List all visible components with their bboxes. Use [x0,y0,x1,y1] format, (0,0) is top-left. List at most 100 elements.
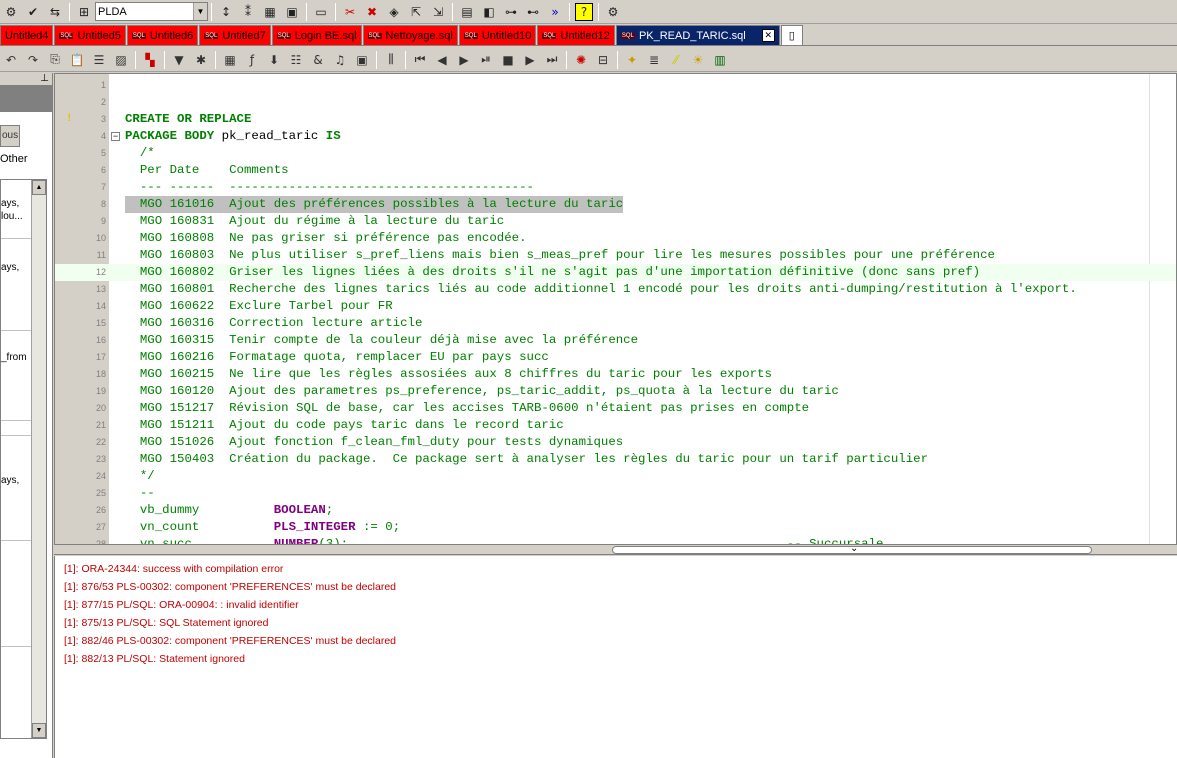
binary-icon[interactable]: ⁑ [239,3,257,21]
line-number: 13 [95,284,106,294]
tab-untitled6[interactable]: SQL Untitled6 [126,25,199,45]
play-icon[interactable]: ▶ [455,51,473,69]
previous-icon[interactable]: ◀ [433,51,451,69]
list-item[interactable]: _from [1,352,27,364]
output-message[interactable]: [1]: ORA-24344: success with compilation… [64,560,1177,578]
list-item[interactable]: ays, [1,262,19,274]
settings-icon[interactable]: ⚙ [604,3,622,21]
code-line: 9 MGO 160831 Ajout du régime à la lectur… [55,213,1176,230]
step-icon[interactable]: ⏯ [477,51,495,69]
pin-icon[interactable]: ✱ [192,51,210,69]
chart-icon[interactable]: ▣ [283,3,301,21]
columns-icon[interactable]: ⫼ [382,51,400,69]
sound-icon[interactable]: ♫ [331,51,349,69]
copy-icon[interactable]: ⎘ [46,51,64,69]
layout-icon[interactable]: ▦ [221,51,239,69]
tree-icon[interactable]: ⊶ [502,3,520,21]
tab-pk-read-taric[interactable]: SQL PK_READ_TARIC.sql ✕ [615,25,780,45]
main-toolbar: ⚙ ✔ ⇆ ⊞ PLDA ▼ ↕ ⁑ ▦ ▣ ▭ ✂ ✖ ◈ ⇱ ⇲ ▤ ◧ ⊶… [0,0,1177,24]
pane-splitter[interactable]: ⌄ [54,543,1177,555]
output-message[interactable]: [1]: 875/13 PL/SQL: SQL Statement ignore… [64,614,1177,632]
lightbulb-icon[interactable]: ✦ [623,51,641,69]
output-message[interactable]: [1]: 877/15 PL/SQL: ORA-00904: : invalid… [64,596,1177,614]
pin-icon[interactable]: ⊥ [40,73,49,84]
image-icon[interactable]: ▣ [353,51,371,69]
chevron-down-icon[interactable]: ⌄ [850,543,858,554]
comment-icon[interactable]: ▨ [112,51,130,69]
fx-icon[interactable]: ƒ [243,51,261,69]
scroll-down-icon[interactable]: ▼ [32,723,46,738]
tab-untitled5[interactable]: SQL Untitled5 [54,25,126,45]
bulb-icon[interactable]: ☀ [689,51,707,69]
code-editor[interactable]: 1 2 ! 3 CREATE OR REPLACE 4− PACKAGE BODY p… [54,73,1177,545]
indent-icon[interactable]: ☰ [90,51,108,69]
code-line: 26 vb_dummy BOOLEAN; [55,502,1176,519]
vertical-scrollbar[interactable]: ▲ ▼ [31,180,46,738]
toolbar-separator [215,50,216,69]
list-item[interactable]: ays, [1,198,19,210]
tab-untitled12[interactable]: SQL Untitled12 [537,25,615,45]
output-message[interactable]: [1]: 882/13 PL/SQL: Statement ignored [64,650,1177,668]
tab-untitled7[interactable]: SQL Untitled7 [199,25,271,45]
line-number: 18 [95,369,106,379]
delete-icon[interactable]: ✖ [363,3,381,21]
highlight-icon[interactable]: ⁄⁄ [667,51,685,69]
output-message[interactable]: [1]: 882/46 PLS-00302: component 'PREFER… [64,632,1177,650]
sql-icon[interactable]: ◧ [480,3,498,21]
stop-icon[interactable]: ■ [499,51,517,69]
tab-login-be[interactable]: SQL Login BE.sql [271,25,362,45]
watch-icon[interactable]: ⊟ [594,51,612,69]
table-icon[interactable]: ▤ [458,3,476,21]
chevron-down-icon[interactable]: ▼ [193,3,207,20]
books-icon[interactable]: ▥ [711,51,729,69]
debug-icon[interactable]: ✺ [572,51,590,69]
line-text: */ [125,469,155,483]
cut-icon[interactable]: ✂ [341,3,359,21]
code-line: 6 Per Date Comments [55,162,1176,179]
line-text: MGO 160622 Exclure Tarbel pour FR [125,299,393,313]
grid-icon[interactable]: ▦ [261,3,279,21]
first-icon[interactable]: ⏮ [411,51,429,69]
list-icon[interactable]: ☷ [287,51,305,69]
code-line: 4− PACKAGE BODY pk_read_taric IS [55,128,1176,145]
rollback-icon[interactable]: ⇆ [46,3,64,21]
commit-icon[interactable]: ✔ [24,3,42,21]
import-icon[interactable]: ⇲ [429,3,447,21]
undo-icon[interactable]: ↶ [2,51,20,69]
filter-icon[interactable]: ▼ [170,51,188,69]
toolbar-separator [598,2,599,21]
export-icon[interactable]: ⇱ [407,3,425,21]
last-icon[interactable]: ⏭ [543,51,561,69]
forward-icon[interactable]: » [546,3,564,21]
scroll-up-icon[interactable]: ▲ [32,180,46,195]
line-number: 9 [100,216,106,226]
object-list[interactable]: ays, lou... ays, _from ays, ▲ ▼ [0,179,47,739]
next-icon[interactable]: ▶ [521,51,539,69]
stack-icon[interactable]: ≣ [645,51,663,69]
panel-button[interactable]: ous [0,125,20,147]
hierarchy-icon[interactable]: ⊷ [524,3,542,21]
tab-label: Untitled12 [560,29,610,42]
tab-nettoyage[interactable]: SQL Nettoyage.sql [362,25,458,45]
close-icon[interactable]: ✕ [761,29,775,42]
format-icon[interactable]: ▚ [141,51,159,69]
window-icon[interactable]: ▭ [312,3,330,21]
download-icon[interactable]: ⬇ [265,51,283,69]
help-icon[interactable]: ? [575,2,593,21]
sort-icon[interactable]: ↕ [217,3,235,21]
database-icon[interactable]: ◈ [385,3,403,21]
panel-band [0,86,52,112]
connection-select[interactable]: PLDA ▼ [95,2,208,21]
new-tab-button[interactable]: ▯ [780,25,803,45]
tab-untitled10[interactable]: SQL Untitled10 [458,25,537,45]
tab-untitled4[interactable]: Untitled4 [0,25,54,45]
output-message[interactable]: [1]: 876/53 PLS-00302: component 'PREFER… [64,578,1177,596]
line-text: MGO 160216 Formatage quota, remplacer EU… [125,350,549,364]
fold-toggle-icon[interactable]: − [111,132,120,141]
paste-icon[interactable]: 📋 [68,51,86,69]
redo-icon[interactable]: ↷ [24,51,42,69]
list-item[interactable]: ays, [1,475,19,487]
list-item[interactable]: lou... [1,211,23,223]
execute-icon[interactable]: ⚙ [2,3,20,21]
ampersand-icon[interactable]: & [309,51,327,69]
